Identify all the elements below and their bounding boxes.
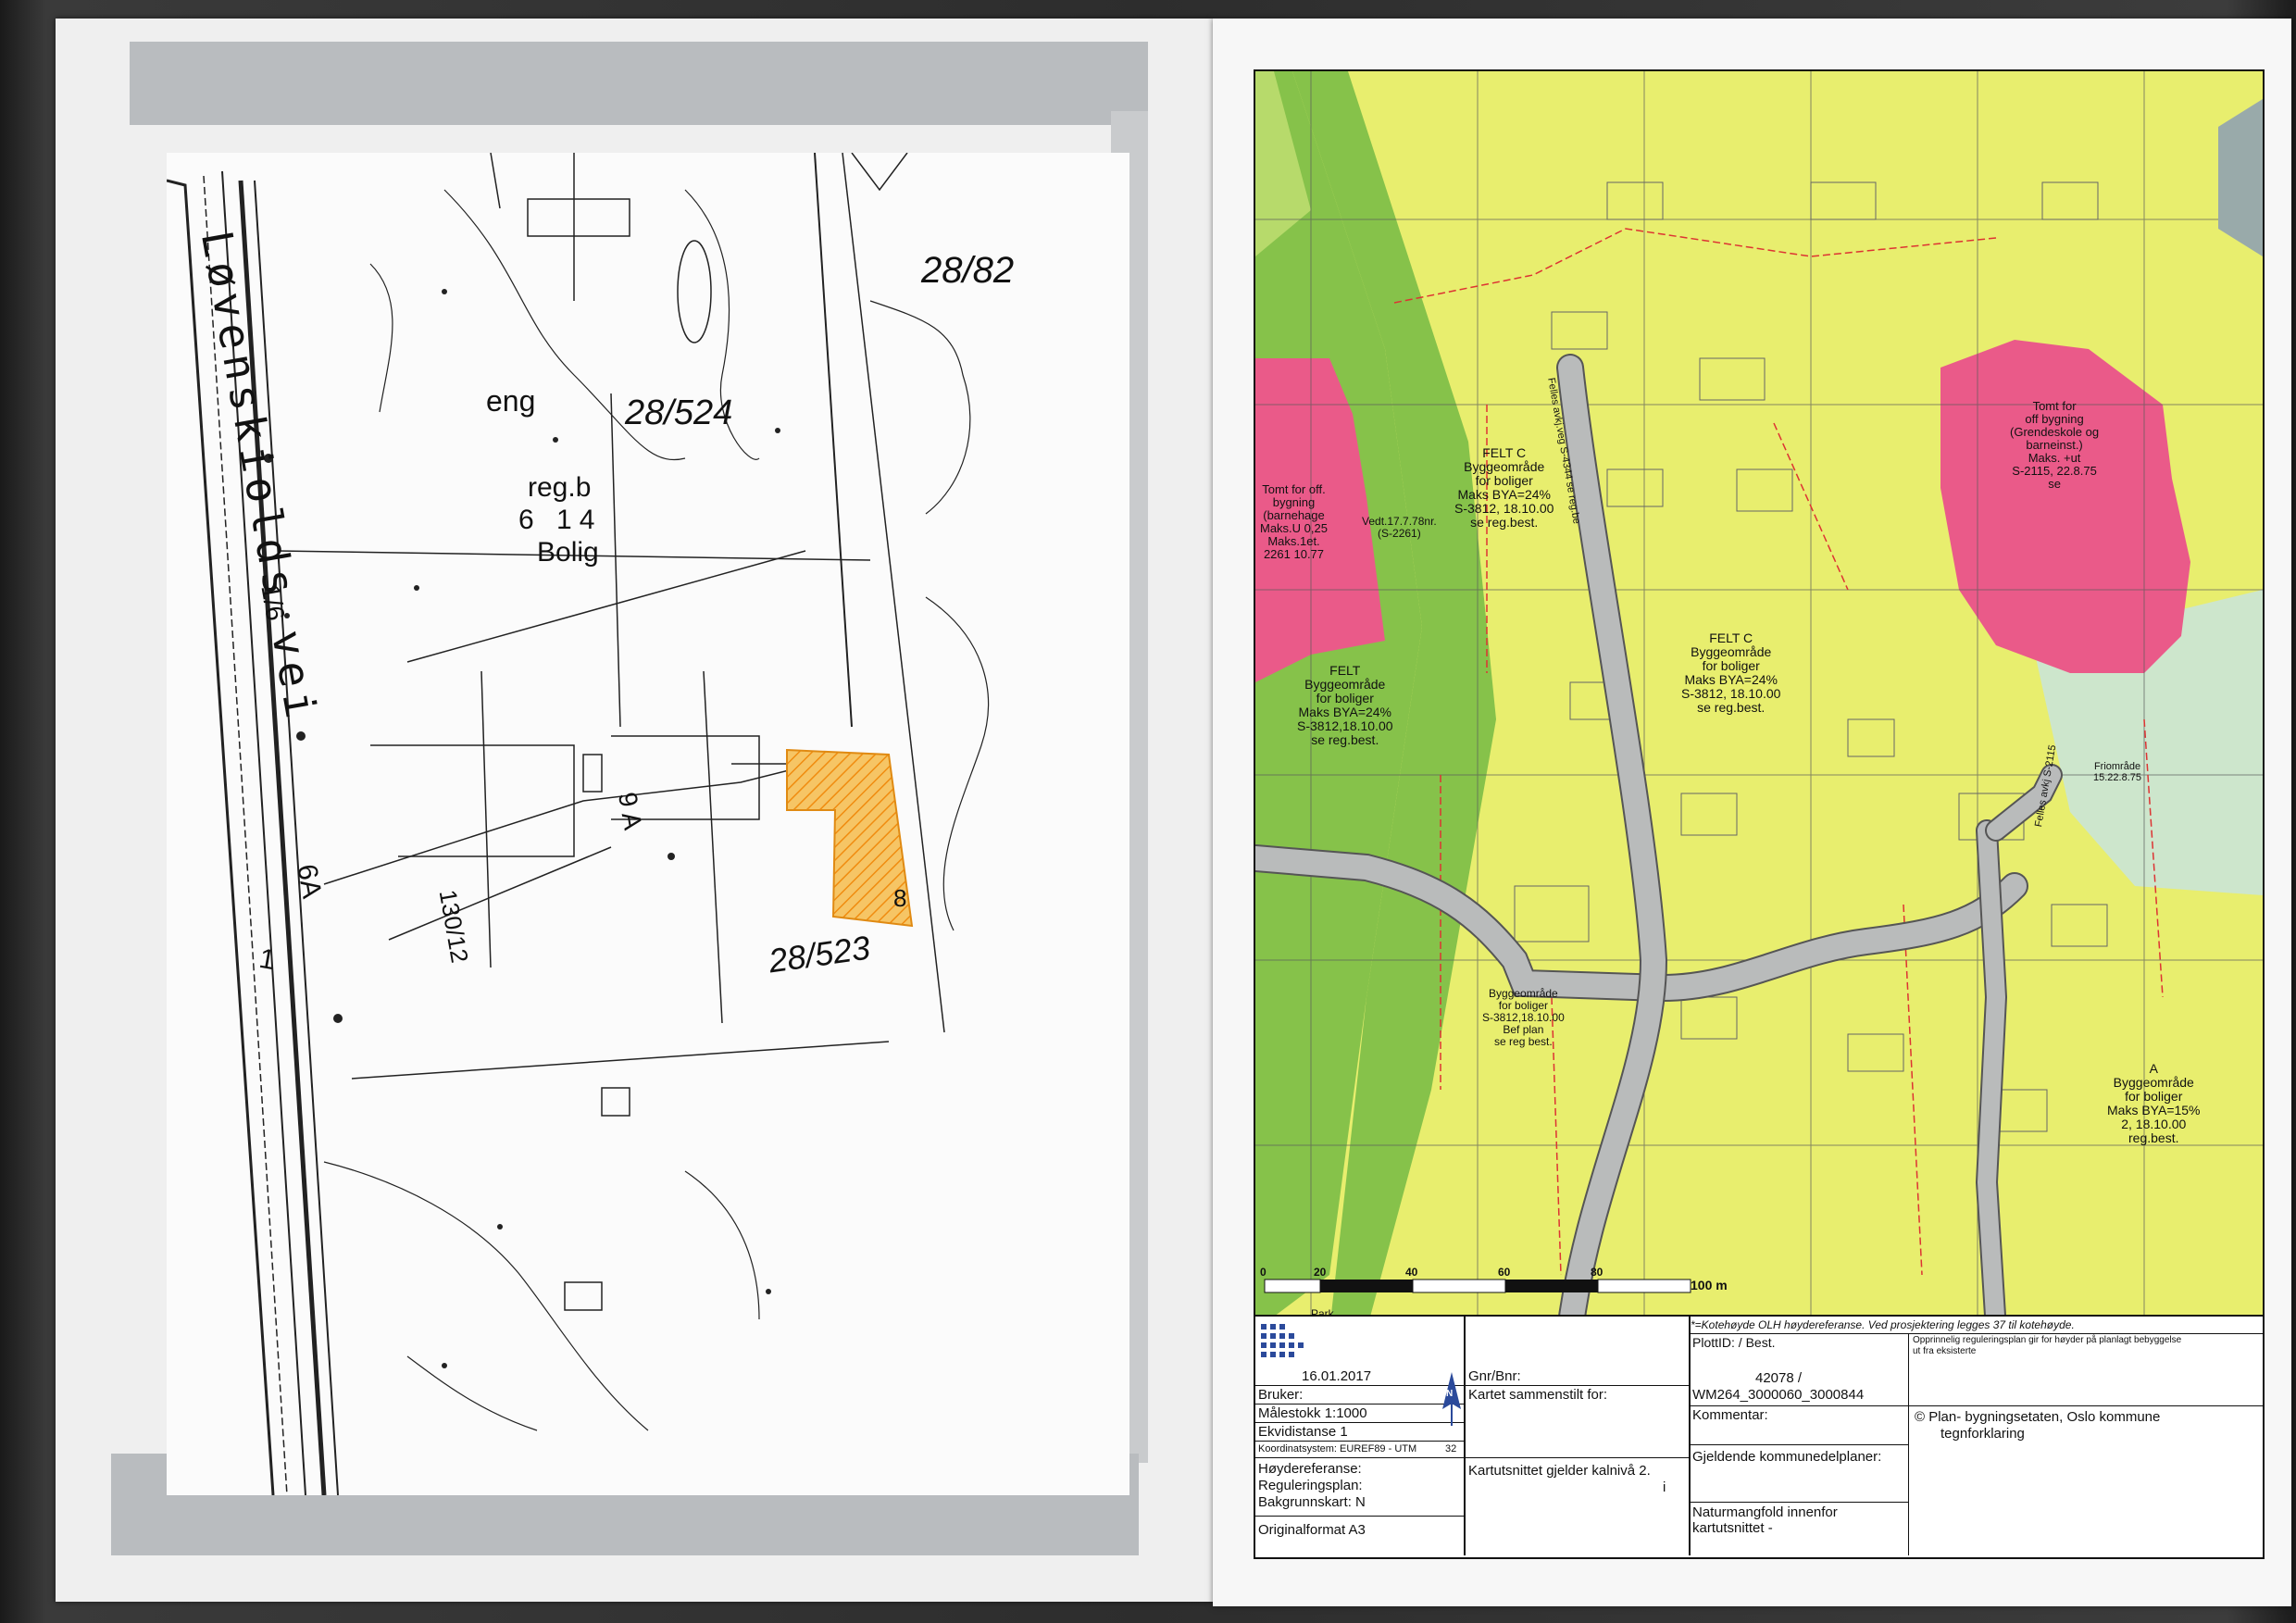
bruker: Bruker: [1258, 1387, 1304, 1403]
felt-label-4: Byggeområde for boliger S-3812,18.10.00 Bef… [1482, 987, 1565, 1048]
scale-tick-80: 80 [1591, 1266, 1603, 1279]
plottid: PlottID: / Best. [1692, 1335, 1776, 1350]
parcel-label-6a: 6A [291, 861, 328, 901]
naturmangfold-1: Naturmangfold innenfor [1692, 1504, 1838, 1520]
title-block: *=Kotehøyde OLH høydereferanse. Ved pros… [1254, 1315, 2265, 1559]
parcel-label-28-82: 28/82 [921, 250, 1015, 291]
reguleringsplan: Reguleringsplan: [1258, 1478, 1363, 1493]
originalformat: Originalformat A3 [1258, 1522, 1366, 1538]
scale-tick-20: 20 [1314, 1266, 1327, 1279]
scale-tick-100m: 100 m [1691, 1278, 1728, 1292]
label-8: 8 [893, 884, 907, 912]
naturmangfold-2: kartutsnittet - [1692, 1520, 1773, 1536]
bakgrunnskart: Bakgrunnskart: N [1258, 1494, 1366, 1510]
cadastral-map-drawing [167, 153, 990, 1495]
regplan-note-1: Opprinnelig reguleringsplan gir for høyd… [1913, 1335, 2182, 1345]
felt-c-label-1: FELT C Byggeområde for boliger Maks BYA=24%… [1454, 445, 1554, 530]
scale-bar [1264, 1279, 1691, 1293]
label-6-14: 6 14 [518, 505, 603, 535]
label-9a: 9 A [612, 790, 648, 832]
felt-label-5: A Byggeområde for boliger Maks BYA=15% 2, 18… [2107, 1061, 2201, 1145]
left-page-grey-band-top [130, 42, 1148, 125]
felt-label-3: FELT Byggeområde for boliger Maks BYA=24% S-… [1297, 663, 1393, 747]
scale-tick-60: 60 [1498, 1266, 1511, 1279]
hoydereferanse: Høydereferanse: [1258, 1461, 1362, 1477]
north-label: N [1446, 1389, 1454, 1399]
north-arrow-icon [1442, 1372, 1461, 1426]
copyright-2: tegnforklaring [1940, 1426, 2025, 1442]
kartet-sammenstilt: Kartet sammenstilt for: [1468, 1387, 1608, 1403]
label-reg-b: reg.b [528, 472, 592, 503]
malestokk: Målestokk 1:1000 [1258, 1405, 1367, 1421]
cadastral-map-sheet: Løvenskiolds vei 28/82 28/524 28/523 1/6… [167, 153, 1129, 1495]
ekvidistanse: Ekvidistanse 1 [1258, 1424, 1348, 1440]
id-line-2: WM264_3000060_3000844 [1692, 1387, 1865, 1403]
pink-label-right: Tomt for off bygning (Grendeskole og barnei… [2010, 399, 2100, 491]
date: 16.01.2017 [1302, 1368, 1372, 1384]
zoning-map: FELT C Byggeområde for boliger Maks BYA=24%… [1254, 69, 2265, 1332]
kartutsnittet-2: i [1663, 1479, 1666, 1495]
friomrade-label: Friområde 15.22.8.75 [2093, 761, 2141, 783]
scale-tick-0: 0 [1260, 1266, 1267, 1279]
gnr-bnr: Gnr/Bnr: [1468, 1368, 1521, 1384]
vedt-label: Vedt.17.7.78nr. (S-2261) [1362, 515, 1437, 540]
felt-c-label-2: FELT C Byggeområde for boliger Maks BYA=24%… [1681, 630, 1781, 715]
scale-tick-40: 40 [1405, 1266, 1418, 1279]
koordinatsystem: Koordinatsystem: EUREF89 - UTM [1258, 1443, 1417, 1454]
id-line-1: 42078 / [1755, 1370, 1803, 1386]
kotehoyde-note: *=Kotehøyde OLH høydereferanse. Ved pros… [1691, 1318, 2075, 1331]
kartutsnittet: Kartutsnittet gjelder kalnivå 2. [1468, 1463, 1651, 1479]
label-eng: eng [486, 384, 536, 418]
kommentar: Kommentar: [1692, 1407, 1768, 1423]
oslo-kommune-logo-icon [1257, 1318, 1313, 1365]
copyright-1: © Plan- bygningsetaten, Oslo kommune [1915, 1409, 2161, 1425]
parcel-label-1-6: 1/6 [256, 582, 291, 623]
gjeldende-kommunedelplaner: Gjeldende kommunedelplaner: [1692, 1449, 1882, 1465]
label-bolig: Bolig [537, 537, 599, 568]
sone: 32 [1445, 1443, 1457, 1454]
parcel-label-28-524: 28/524 [625, 393, 733, 432]
pink-label-left: Tomt for off. bygning (barnehage Maks.U 0,2… [1260, 482, 1328, 561]
regplan-note-2: ut fra eksisterte [1913, 1346, 1977, 1356]
